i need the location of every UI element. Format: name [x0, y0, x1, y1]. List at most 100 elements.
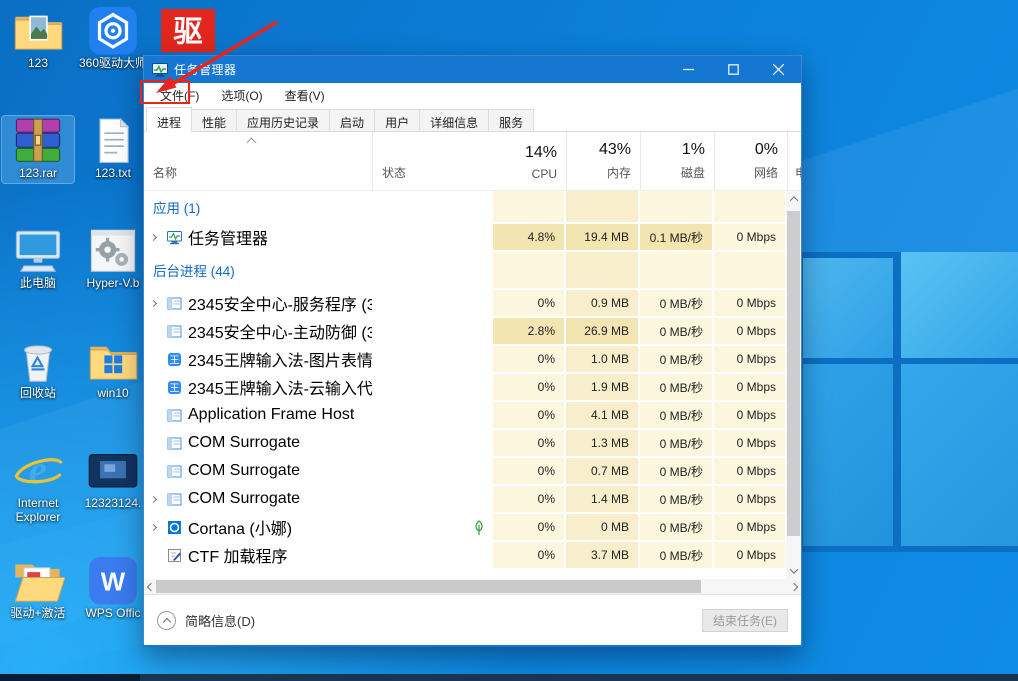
tab-3[interactable]: 启动	[329, 109, 375, 131]
logo-pane	[803, 258, 893, 358]
desktop-icon-wps-office[interactable]: WWPS Offic	[77, 556, 149, 623]
process-icon: 王	[167, 352, 182, 367]
process-row[interactable]: 2345安全中心-主动防御 (32 位)2.8%26.9 MB0 MB/秒0 M…	[144, 318, 788, 346]
process-row[interactable]: 王2345王牌输入法-云输入代理程...0%1.9 MB0 MB/秒0 Mbps	[144, 374, 788, 402]
column-header-status[interactable]: 状态	[372, 132, 493, 190]
process-name: 2345王牌输入法-云输入代理程...	[188, 375, 372, 399]
process-row[interactable]: 任务管理器4.8%19.4 MB0.1 MB/秒0 Mbps	[144, 224, 788, 252]
expand-chevron-icon[interactable]	[144, 301, 162, 306]
desktop-icon-recycle-bin[interactable]: 回收站	[2, 336, 74, 403]
column-header-cpu[interactable]: 14%CPU	[493, 132, 566, 190]
cell-disk	[640, 191, 714, 224]
cell-mem: 3.7 MB	[566, 542, 640, 570]
svg-text:驱: 驱	[173, 16, 202, 49]
cell-net	[714, 191, 787, 224]
process-row[interactable]: 王2345王牌输入法-图片表情辅助...0%1.0 MB0 MB/秒0 Mbps	[144, 346, 788, 374]
scroll-down-arrow[interactable]	[786, 563, 801, 579]
menu-item-2[interactable]: 查看(V)	[274, 83, 336, 108]
folder-123-icon	[11, 8, 65, 54]
process-name-cell: CTF 加载程序	[144, 542, 372, 570]
process-row[interactable]: 2345安全中心-服务程序 (32 位)0%0.9 MB0 MB/秒0 Mbps	[144, 290, 788, 318]
desktop-icon-qudong-app[interactable]: 驱	[152, 6, 224, 57]
cell-cpu	[493, 191, 566, 224]
cell-cpu: 4.8%	[493, 224, 566, 252]
desktop-icon-win10-folder[interactable]: win10	[77, 336, 149, 403]
minimize-button[interactable]	[666, 56, 711, 83]
scroll-up-arrow[interactable]	[786, 191, 801, 207]
process-row[interactable]: COM Surrogate0%1.4 MB0 MB/秒0 Mbps	[144, 486, 788, 514]
cell-mem	[566, 252, 640, 290]
process-icon	[167, 324, 182, 339]
column-header-mem[interactable]: 43%内存	[566, 132, 640, 190]
cell-cpu: 0%	[493, 402, 566, 430]
expand-chevron-icon[interactable]	[144, 497, 162, 502]
column-header-name[interactable]: 名称	[144, 132, 372, 190]
tab-4[interactable]: 用户	[374, 109, 420, 131]
tab-1[interactable]: 性能	[191, 109, 237, 131]
taskbar[interactable]	[0, 674, 1018, 681]
desktop-icon-folder-123[interactable]: 123	[2, 6, 74, 73]
process-name: COM Surrogate	[188, 462, 300, 480]
desktop-icon-360-driver-master[interactable]: 360驱动大师	[77, 6, 149, 73]
tab-6[interactable]: 服务	[488, 109, 534, 131]
tab-2[interactable]: 应用历史记录	[236, 109, 330, 131]
column-header-net[interactable]: 0%网络	[714, 132, 787, 190]
desktop-icon-qudong-jihuo[interactable]: 驱动+激活	[2, 556, 74, 623]
column-header-disk[interactable]: 1%磁盘	[640, 132, 714, 190]
desktop-icon-media-12323124[interactable]: 12323124.	[77, 446, 149, 513]
tab-5[interactable]: 详细信息	[419, 109, 489, 131]
desktop-icon-label: Internet Explorer	[2, 496, 74, 524]
maximize-button[interactable]	[711, 56, 756, 83]
desktop-icon-rar-123[interactable]: 123.rar	[2, 116, 74, 183]
process-row[interactable]: CTF 加载程序0%3.7 MB0 MB/秒0 Mbps	[144, 542, 788, 570]
cell-mem: 1.9 MB	[566, 374, 640, 402]
process-row[interactable]: Application Frame Host0%4.1 MB0 MB/秒0 Mb…	[144, 402, 788, 430]
vertical-scrollbar[interactable]	[786, 191, 801, 579]
end-task-button[interactable]: 结束任务(E)	[702, 609, 788, 632]
qudong-jihuo-icon	[11, 558, 65, 604]
process-row[interactable]: COM Surrogate0%1.3 MB0 MB/秒0 Mbps	[144, 430, 788, 458]
process-group-header[interactable]: 后台进程 (44)	[144, 252, 788, 290]
menu-bar: 文件(F)选项(O)查看(V)	[144, 83, 801, 107]
media-12323124-icon	[86, 448, 140, 494]
logo-pane	[803, 364, 893, 546]
cell-cpu: 0%	[493, 458, 566, 486]
scroll-right-arrow[interactable]	[787, 579, 801, 594]
horizontal-scrollbar[interactable]	[144, 579, 801, 594]
desktop-icon-this-pc[interactable]: 此电脑	[2, 226, 74, 293]
close-button[interactable]	[756, 56, 801, 83]
expand-chevron-icon[interactable]	[144, 235, 162, 240]
menu-item-0[interactable]: 文件(F)	[149, 83, 210, 108]
process-group-header[interactable]: 应用 (1)	[144, 191, 788, 224]
status-cell	[372, 430, 493, 458]
process-row[interactable]: Cortana (小娜)0%0 MB0 MB/秒0 Mbps	[144, 514, 788, 542]
title-bar[interactable]: 任务管理器	[144, 56, 801, 83]
cell-cpu: 0%	[493, 486, 566, 514]
cell-net: 0 Mbps	[714, 346, 787, 374]
cell-disk: 0 MB/秒	[640, 346, 714, 374]
process-name-cell: Application Frame Host	[144, 402, 372, 430]
svg-text:W: W	[101, 569, 126, 597]
tab-0[interactable]: 进程	[146, 107, 192, 132]
cell-disk: 0 MB/秒	[640, 374, 714, 402]
horizontal-scrollbar-thumb[interactable]	[156, 580, 701, 593]
desktop-icon-label: 回收站	[2, 386, 74, 400]
vertical-scrollbar-thumb[interactable]	[787, 211, 800, 536]
expand-chevron-icon[interactable]	[144, 525, 162, 530]
desktop-icon-hyper-v[interactable]: Hyper-V.b	[77, 226, 149, 293]
desktop-icon-internet-explorer[interactable]: eInternet Explorer	[2, 446, 74, 527]
detail-toggle[interactable]: 简略信息(D)	[157, 611, 255, 630]
cell-disk: 0 MB/秒	[640, 542, 714, 570]
process-name-cell: COM Surrogate	[144, 458, 372, 486]
cell-cpu: 0%	[493, 290, 566, 318]
recycle-bin-icon	[11, 338, 65, 384]
column-header-power[interactable]: 电	[787, 132, 801, 190]
process-name: 2345王牌输入法-图片表情辅助...	[188, 347, 372, 371]
status-cell	[372, 542, 493, 570]
process-row[interactable]: COM Surrogate0%0.7 MB0 MB/秒0 Mbps	[144, 458, 788, 486]
process-name: CTF 加载程序	[188, 543, 288, 567]
cell-disk: 0 MB/秒	[640, 486, 714, 514]
desktop-icon-txt-123[interactable]: 123.txt	[77, 116, 149, 183]
menu-item-1[interactable]: 选项(O)	[210, 83, 273, 108]
status-cell	[372, 224, 493, 252]
